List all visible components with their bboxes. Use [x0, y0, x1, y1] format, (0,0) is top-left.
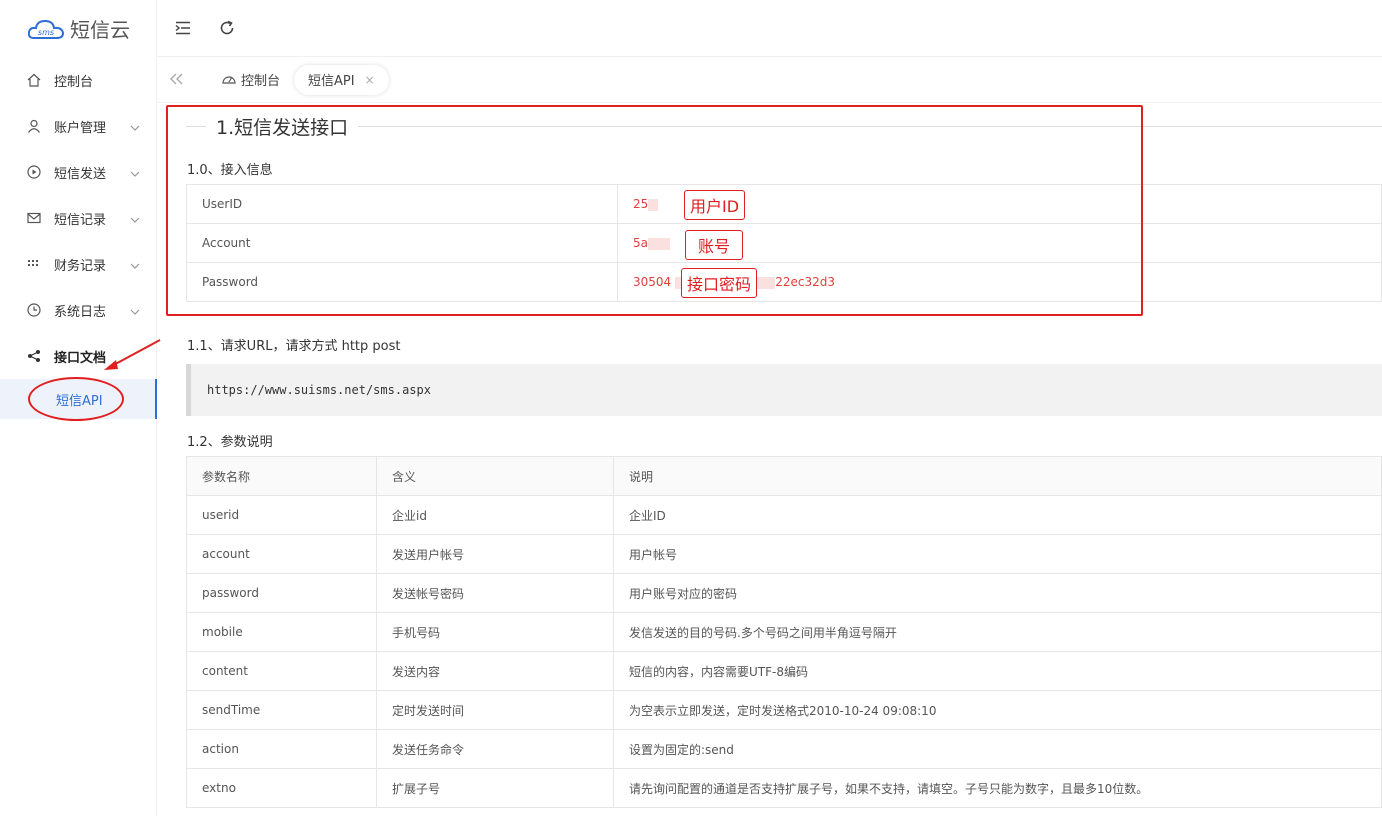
annotation-arrow-icon	[104, 339, 161, 370]
table-row: mobile 手机号码 发信发送的目的号码.多个号码之间用半角逗号隔开	[186, 612, 1382, 652]
refresh-icon[interactable]	[219, 20, 235, 36]
svg-text:sms: sms	[38, 28, 54, 37]
param-meaning: 定时发送时间	[376, 690, 614, 730]
clock-icon	[26, 302, 42, 318]
annotation-box	[166, 105, 1143, 316]
logo[interactable]: sms 短信云	[0, 0, 156, 57]
sidebar-item-account[interactable]: 账户管理	[0, 103, 156, 149]
url-code-block: https://www.suisms.net/sms.aspx	[186, 364, 1382, 416]
sidebar-item-sms-records[interactable]: 短信记录	[0, 195, 156, 241]
param-meaning: 发送内容	[376, 651, 614, 691]
annotation-password: 接口密码	[681, 268, 758, 298]
menu-collapse-icon[interactable]	[175, 21, 191, 35]
param-name: password	[186, 573, 377, 613]
sidebar-item-system-log[interactable]: 系统日志	[0, 287, 156, 333]
param-desc: 为空表示立即发送，定时发送格式2010-10-24 09:08:10	[613, 690, 1382, 730]
sidebar-item-label: 财务记录	[54, 258, 107, 274]
param-name: mobile	[186, 612, 377, 652]
param-desc: 用户帐号	[613, 534, 1382, 574]
column-header: 说明	[613, 456, 1382, 496]
param-name: extno	[186, 768, 377, 808]
param-desc: 发信发送的目的号码.多个号码之间用半角逗号隔开	[613, 612, 1382, 652]
sidebar-item-dashboard[interactable]: 控制台	[0, 57, 156, 103]
param-name: content	[186, 651, 377, 691]
sidebar-item-label: 短信记录	[54, 212, 107, 228]
double-chevron-left-icon[interactable]	[169, 70, 183, 89]
mail-icon	[26, 210, 42, 226]
table-row: extno 扩展子号 请先询问配置的通道是否支持扩展子号，如果不支持，请填空。子…	[186, 768, 1382, 808]
tab-sms-api[interactable]: 短信API ×	[294, 64, 389, 95]
column-header: 参数名称	[186, 456, 377, 496]
sidebar-item-label: 短信发送	[54, 166, 107, 182]
close-icon[interactable]: ×	[365, 73, 375, 87]
param-desc: 用户账号对应的密码	[613, 573, 1382, 613]
param-desc: 设置为固定的:send	[613, 729, 1382, 769]
chevron-down-icon	[130, 258, 140, 273]
chevron-down-icon	[130, 166, 140, 181]
user-icon	[26, 118, 42, 134]
brand-name: 短信云	[70, 18, 130, 42]
url-heading: 1.1、请求URL，请求方式 http post	[187, 339, 401, 354]
chevron-down-icon	[130, 304, 140, 319]
sidebar-item-label: 系统日志	[54, 304, 107, 320]
param-meaning: 扩展子号	[376, 768, 614, 808]
sidebar-item-label: 控制台	[54, 74, 94, 90]
play-icon	[26, 164, 42, 180]
param-meaning: 企业id	[376, 495, 614, 535]
params-heading: 1.2、参数说明	[187, 435, 273, 450]
param-meaning: 发送帐号密码	[376, 573, 614, 613]
table-header-row: 参数名称 含义 说明	[186, 456, 1382, 496]
sidebar-item-label: 账户管理	[54, 120, 107, 136]
param-meaning: 发送用户帐号	[376, 534, 614, 574]
annotation-userid: 用户ID	[684, 190, 746, 220]
dashboard-icon	[221, 71, 237, 89]
param-desc: 企业ID	[613, 495, 1382, 535]
chevron-down-icon	[130, 120, 140, 135]
param-desc: 短信的内容，内容需要UTF-8编码	[613, 651, 1382, 691]
main-content: 1.短信发送接口 1.0、接入信息 UserID 25 Account 5a P…	[157, 103, 1382, 816]
chevron-down-icon	[130, 212, 140, 227]
top-bar	[157, 0, 1382, 57]
param-meaning: 发送任务命令	[376, 729, 614, 769]
home-icon	[26, 72, 42, 88]
share-icon	[26, 348, 42, 364]
request-url: https://www.suisms.net/sms.aspx	[207, 383, 431, 397]
sidebar-item-label: 接口文档	[54, 350, 107, 366]
param-name: userid	[186, 495, 377, 535]
table-row: sendTime 定时发送时间 为空表示立即发送，定时发送格式2010-10-2…	[186, 690, 1382, 730]
sidebar: sms 短信云 控制台 账户管理 短信发送 短信记录 财务记录 系统日志 接口文…	[0, 0, 161, 816]
table-row: password 发送帐号密码 用户账号对应的密码	[186, 573, 1382, 613]
param-meaning: 手机号码	[376, 612, 614, 652]
sidebar-item-sms-send[interactable]: 短信发送	[0, 149, 156, 195]
tab-label: 控制台	[241, 74, 281, 89]
tab-label: 短信API	[308, 74, 355, 89]
param-desc: 请先询问配置的通道是否支持扩展子号，如果不支持，请填空。子号只能为数字，且最多1…	[613, 768, 1382, 808]
param-name: sendTime	[186, 690, 377, 730]
cloud-logo-icon: sms	[27, 18, 65, 40]
table-row: content 发送内容 短信的内容，内容需要UTF-8编码	[186, 651, 1382, 691]
table-row: userid 企业id 企业ID	[186, 495, 1382, 535]
annotation-circle	[28, 377, 124, 421]
tab-dashboard[interactable]: 控制台	[207, 65, 294, 95]
table-row: account 发送用户帐号 用户帐号	[186, 534, 1382, 574]
tabs-bar: 控制台 短信API ×	[157, 57, 1382, 103]
param-name: account	[186, 534, 377, 574]
annotation-account: 账号	[685, 230, 744, 260]
table-row: action 发送任务命令 设置为固定的:send	[186, 729, 1382, 769]
params-table: 参数名称 含义 说明 userid 企业id 企业ID account 发送用户…	[186, 456, 1382, 808]
grid-icon	[26, 256, 42, 272]
param-name: action	[186, 729, 377, 769]
sidebar-item-finance[interactable]: 财务记录	[0, 241, 156, 287]
column-header: 含义	[376, 456, 614, 496]
